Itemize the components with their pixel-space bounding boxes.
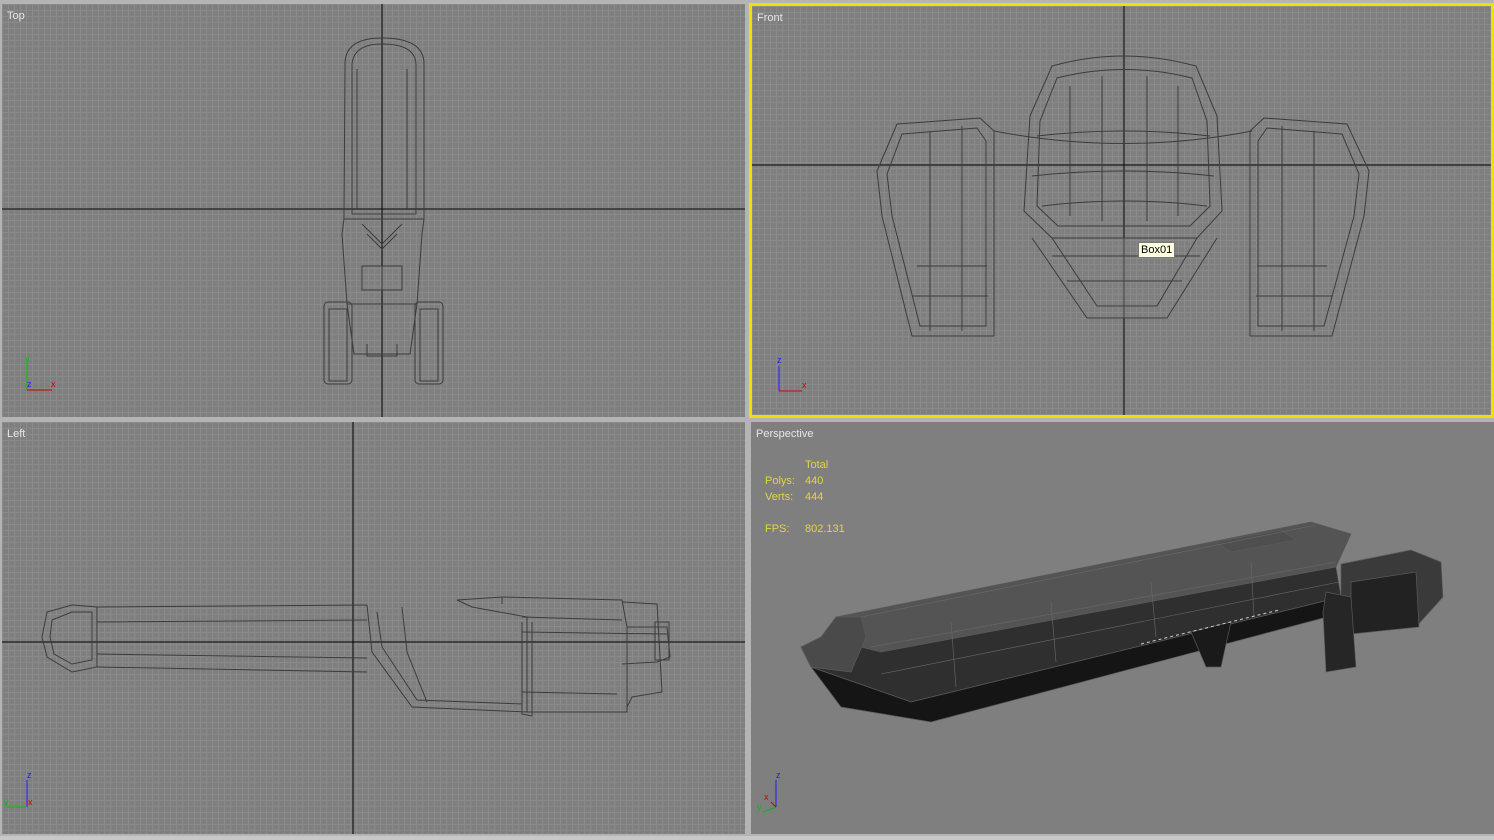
- svg-text:y: y: [4, 797, 9, 807]
- status-strip: [0, 836, 1494, 840]
- axis-tripod-front: z x: [777, 355, 807, 392]
- svg-text:y: y: [757, 802, 762, 812]
- svg-text:x: x: [28, 797, 33, 807]
- svg-text:z: z: [777, 355, 782, 365]
- svg-text:x: x: [51, 379, 56, 389]
- left-wireframe: z y x: [2, 422, 745, 834]
- perspective-model: z y x: [757, 521, 1444, 813]
- axis-tripod-top: y z x: [25, 354, 56, 391]
- svg-text:y: y: [25, 354, 30, 364]
- object-name-tooltip: Box01: [1138, 242, 1176, 258]
- axis-tripod-left: z y x: [4, 770, 33, 808]
- svg-text:z: z: [776, 770, 781, 780]
- svg-text:z: z: [27, 770, 32, 780]
- top-wireframe: y z x: [2, 4, 745, 417]
- front-wireframe: z x: [752, 6, 1491, 415]
- viewport-top[interactable]: Top y z x: [2, 4, 745, 417]
- svg-text:x: x: [802, 380, 807, 390]
- viewport-front[interactable]: Front z x Box01: [749, 3, 1494, 418]
- viewport-left[interactable]: Left z y x: [2, 422, 745, 834]
- axis-tripod-perspective: z y x: [757, 770, 781, 813]
- svg-text:z: z: [27, 379, 32, 389]
- svg-text:x: x: [764, 792, 769, 802]
- viewport-perspective[interactable]: Perspective Total Polys: 440 Verts: 444 …: [751, 422, 1494, 834]
